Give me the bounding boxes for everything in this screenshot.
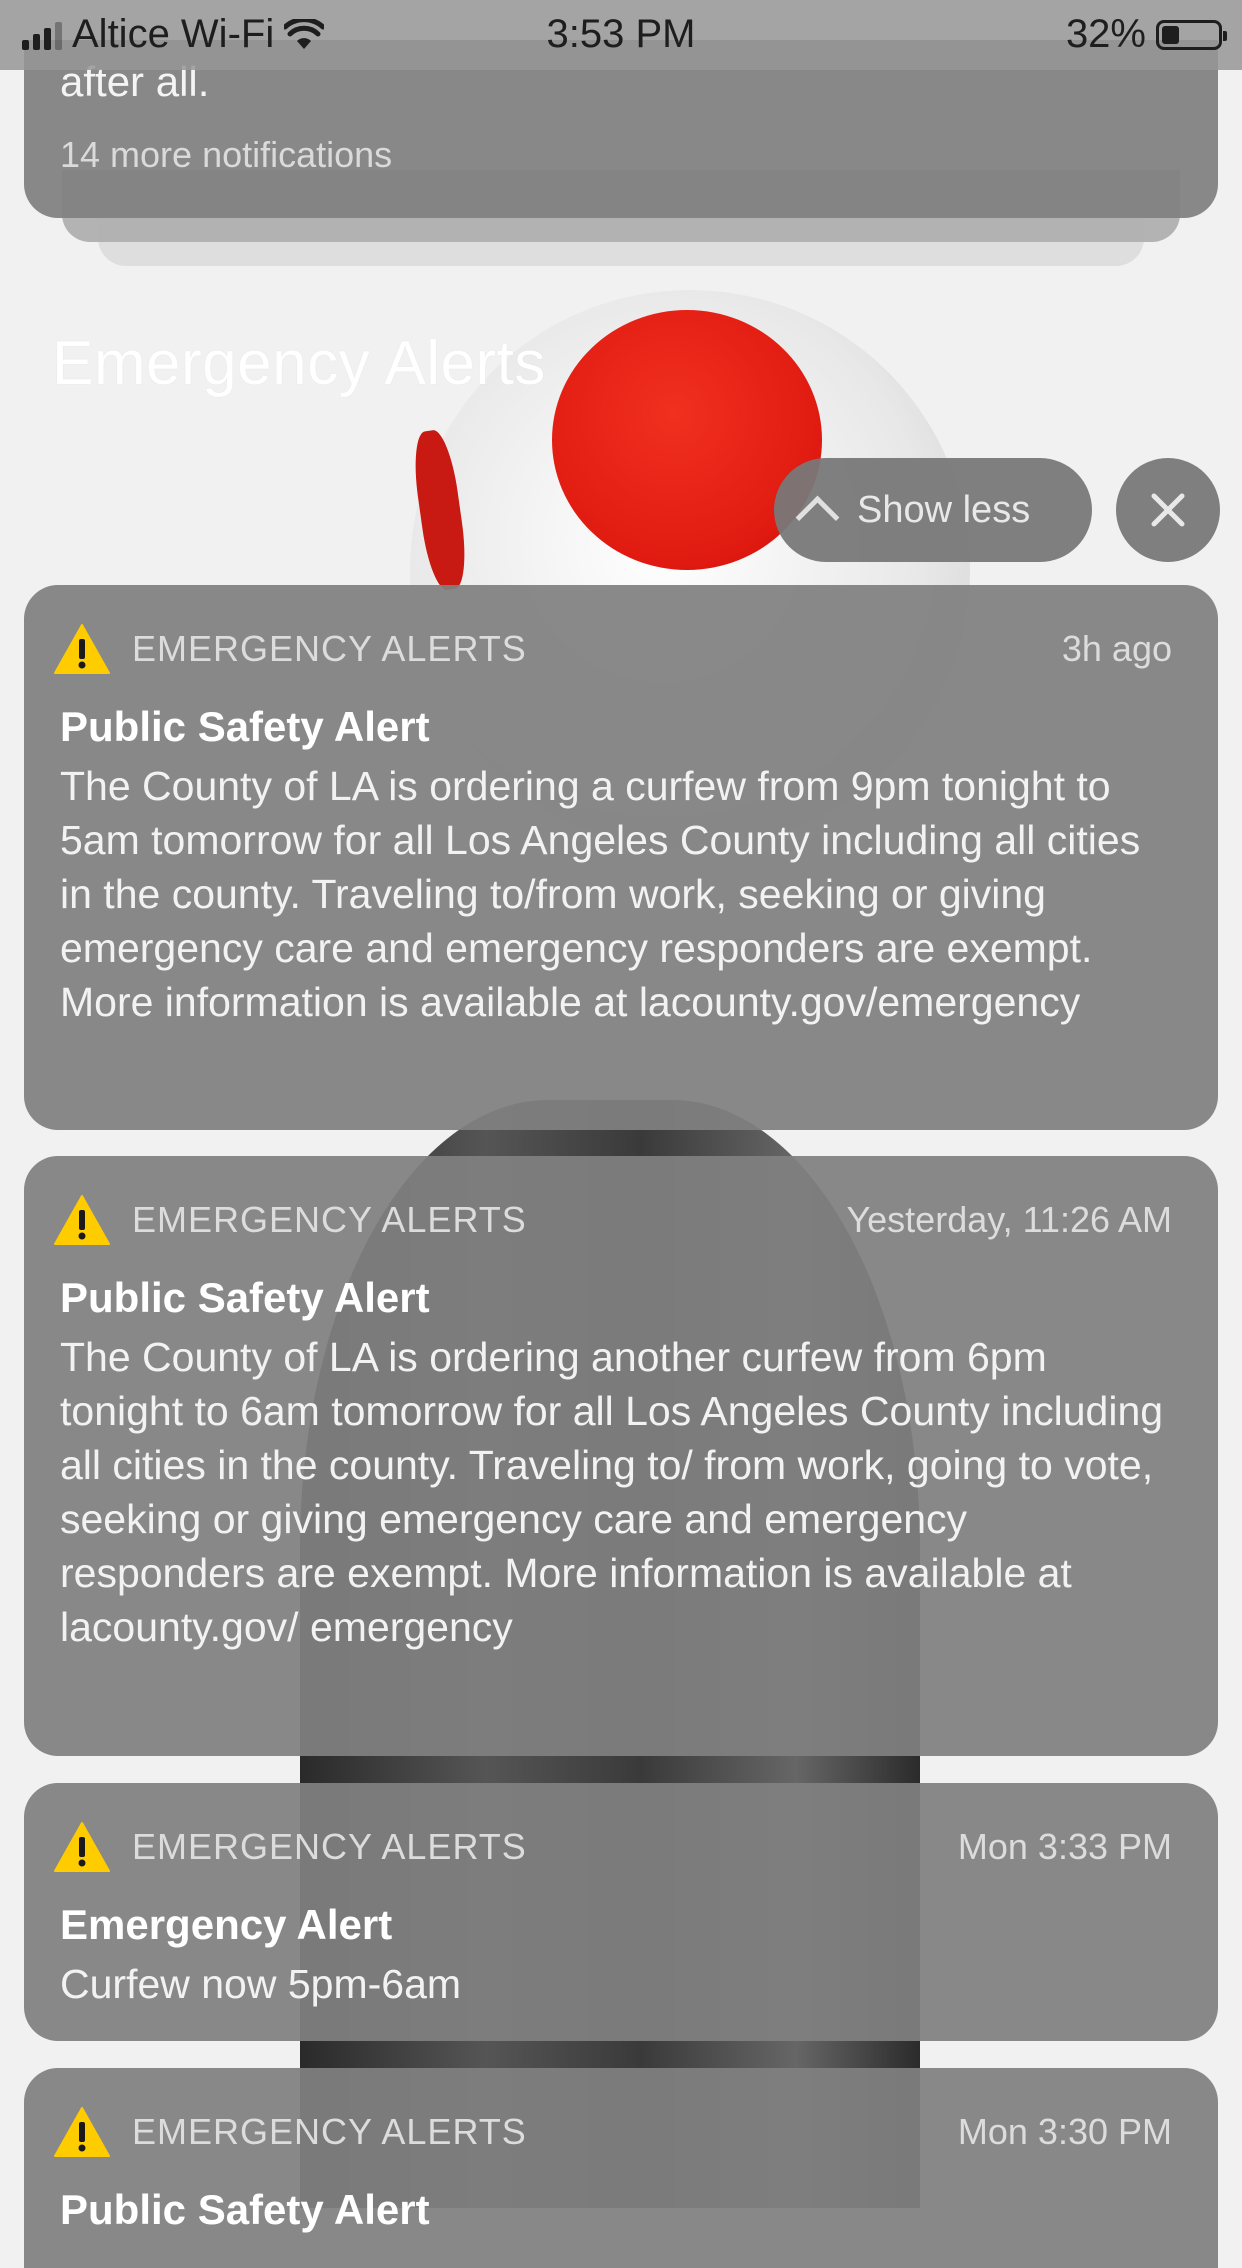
status-right: 32%: [1065, 12, 1227, 57]
notification-card[interactable]: EMERGENCY ALERTS Mon 3:30 PM Public Safe…: [24, 2068, 1218, 2268]
battery-percent: 32%: [1065, 12, 1146, 56]
show-less-button[interactable]: Show less: [774, 458, 1092, 562]
notification-body: Curfew now 5pm-6am: [60, 1961, 462, 2007]
app-name: EMERGENCY ALERTS: [132, 1826, 527, 1867]
more-notifications-label: 14 more notifications: [60, 134, 393, 175]
notification-body: The County of LA is ordering another cur…: [60, 1334, 1164, 1650]
warning-icon: [54, 2107, 110, 2157]
notification-title: Emergency Alert: [60, 1901, 393, 1948]
group-title: Emergency Alerts: [52, 329, 546, 398]
notification-header: EMERGENCY ALERTS 3h ago: [54, 619, 1172, 679]
app-name: EMERGENCY ALERTS: [132, 628, 527, 669]
battery-icon: [1156, 19, 1227, 50]
notification-time: Mon 3:30 PM: [957, 2111, 1172, 2152]
notification-time: Yesterday, 11:26 AM: [846, 1199, 1172, 1240]
notification-title: Public Safety Alert: [60, 703, 430, 750]
app-name: EMERGENCY ALERTS: [132, 2111, 527, 2152]
notification-card[interactable]: EMERGENCY ALERTS 3h ago Public Safety Al…: [24, 585, 1218, 1130]
app-name: EMERGENCY ALERTS: [132, 1199, 527, 1240]
warning-icon: [54, 624, 110, 674]
show-less-label: Show less: [857, 488, 1031, 531]
status-time: 3:53 PM: [546, 12, 696, 56]
warning-icon: [54, 1822, 110, 1872]
status-bar: Altice Wi-Fi 3:53 PM 32%: [0, 0, 1242, 70]
notification-time: Mon 3:33 PM: [957, 1826, 1172, 1867]
notification-body: The County of LA is ordering a curfew fr…: [60, 763, 1141, 1025]
notification-header: EMERGENCY ALERTS Mon 3:30 PM: [54, 2102, 1172, 2162]
notification-title: Public Safety Alert: [60, 1274, 430, 1321]
notification-header: EMERGENCY ALERTS Yesterday, 11:26 AM: [54, 1190, 1172, 1250]
notification-time: 3h ago: [1061, 628, 1172, 669]
warning-icon: [54, 1195, 110, 1245]
clear-group-button[interactable]: [1116, 458, 1220, 562]
notification-header: EMERGENCY ALERTS Mon 3:33 PM: [54, 1817, 1172, 1877]
notification-card[interactable]: EMERGENCY ALERTS Yesterday, 11:26 AM Pub…: [24, 1156, 1218, 1756]
close-icon: [1151, 493, 1185, 527]
chevron-up-icon: [795, 495, 840, 539]
notification-card[interactable]: EMERGENCY ALERTS Mon 3:33 PM Emergency A…: [24, 1783, 1218, 2041]
notification-title: Public Safety Alert: [60, 2186, 430, 2233]
